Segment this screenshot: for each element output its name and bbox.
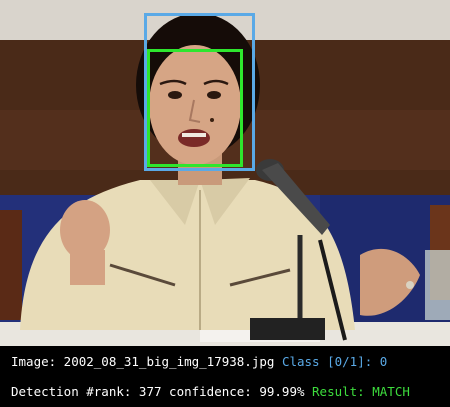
info-panel: Image: 2002_08_31_big_img_17938.jpg Clas… [0,346,450,407]
result-label: Result: MATCH [312,384,410,399]
detection-viewer: Image: 2002_08_31_big_img_17938.jpg Clas… [0,0,450,407]
image-filename-label: Image: 2002_08_31_big_img_17938.jpg [11,354,275,369]
detection-label: Detection #rank: 377 confidence: 99.99% [11,384,305,399]
photo [0,0,450,346]
info-line-image: Image: 2002_08_31_big_img_17938.jpg Clas… [11,354,387,369]
info-line-detection: Detection #rank: 377 confidence: 99.99% … [11,384,410,399]
class-label: Class [0/1]: 0 [281,354,388,369]
